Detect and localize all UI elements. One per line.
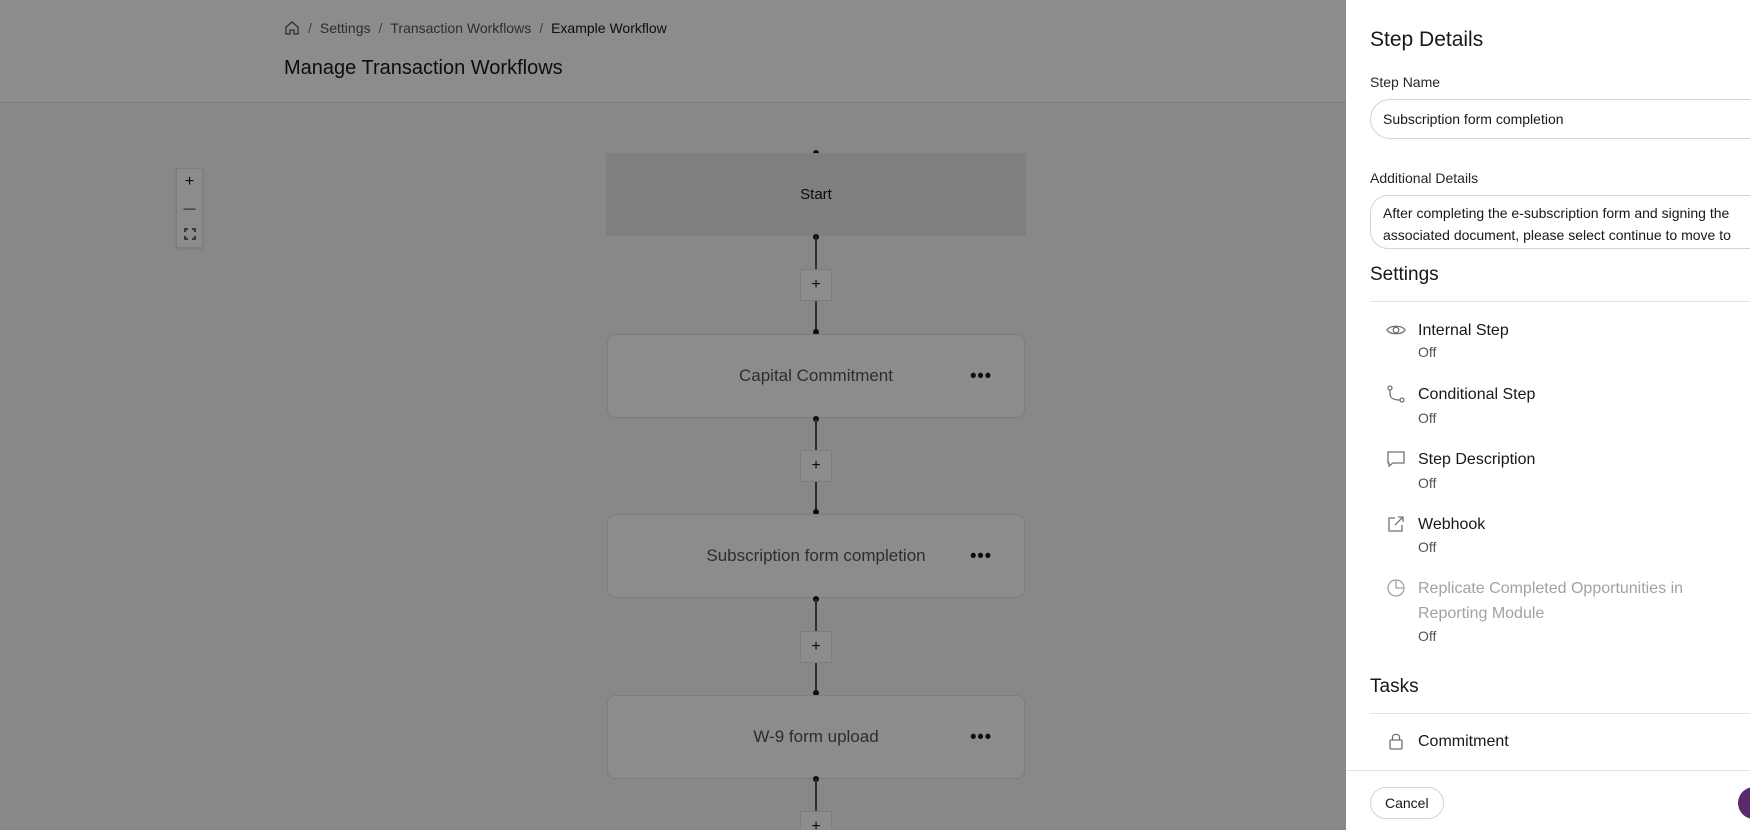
setting-status: Off (1418, 475, 1437, 491)
tasks-section-title: Tasks (1370, 676, 1419, 697)
divider (1370, 301, 1750, 302)
setting-status: Off (1418, 539, 1437, 555)
setting-name: Webhook (1418, 516, 1486, 533)
setting-status: Off (1418, 344, 1437, 360)
setting-status: Off (1418, 628, 1437, 644)
setting-status: Off (1418, 410, 1437, 426)
step-name-label: Step Name (1370, 74, 1441, 90)
task-name: Commitment (1418, 733, 1509, 750)
setting-replicate-reporting: Replicate Completed Opportunities in Rep… (1386, 576, 1746, 646)
cancel-button[interactable]: Cancel (1370, 787, 1444, 819)
divider (1370, 713, 1750, 714)
external-link-icon (1386, 514, 1406, 534)
setting-name: Step Description (1418, 451, 1536, 468)
settings-section-title: Settings (1370, 264, 1439, 285)
task-commitment[interactable]: Commitment (1386, 729, 1746, 759)
modal-overlay[interactable] (0, 0, 1346, 830)
setting-webhook[interactable]: Webhook Off (1386, 512, 1746, 562)
setting-step-description[interactable]: Step Description Off (1386, 447, 1746, 497)
step-name-input[interactable] (1370, 99, 1750, 139)
branch-icon (1386, 384, 1406, 404)
setting-name: Internal Step (1418, 322, 1509, 339)
panel-footer: Cancel (1346, 770, 1750, 830)
step-details-panel: Step Details Step Name Additional Detail… (1346, 0, 1750, 830)
panel-title: Step Details (1370, 28, 1484, 51)
additional-details-textarea[interactable]: After completing the e-subscription form… (1370, 195, 1750, 249)
setting-internal-step[interactable]: Internal Step Off (1386, 318, 1746, 368)
lock-icon (1386, 731, 1406, 751)
eye-icon (1386, 320, 1406, 340)
additional-details-label: Additional Details (1370, 170, 1479, 186)
setting-conditional-step[interactable]: Conditional Step Off (1386, 382, 1746, 432)
setting-name: Conditional Step (1418, 386, 1536, 403)
save-button[interactable] (1738, 787, 1750, 819)
comment-icon (1386, 449, 1406, 469)
setting-name: Replicate Completed Opportunities in Rep… (1418, 580, 1684, 622)
pie-chart-icon (1386, 578, 1406, 598)
